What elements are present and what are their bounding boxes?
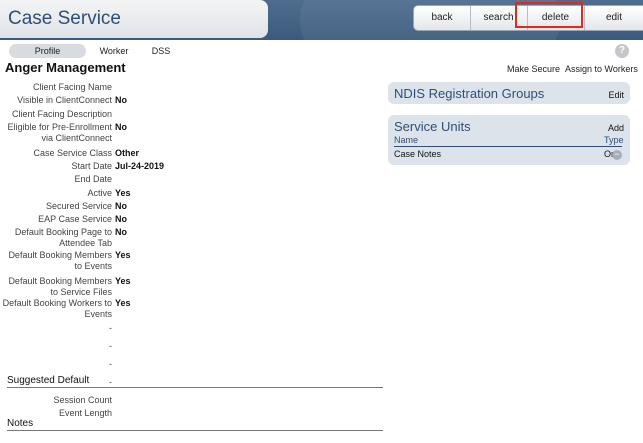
tab-profile[interactable]: Profile xyxy=(9,44,86,58)
field-value: No xyxy=(115,227,127,237)
field-label: End Date xyxy=(74,174,112,184)
service-units-title: Service Units xyxy=(394,119,471,134)
field-label: Visible in ClientConnect xyxy=(17,95,112,105)
field-value: Yes xyxy=(115,276,131,286)
back-button[interactable]: back xyxy=(414,6,471,30)
title-tab: Case Service xyxy=(0,0,268,38)
page-title: Anger Management xyxy=(5,60,126,75)
make-secure-link[interactable]: Make Secure xyxy=(507,64,560,74)
suggested-default-heading: Suggested Default xyxy=(7,375,383,388)
field-value: No xyxy=(115,201,127,211)
field-label: Default Booking Workers to Events xyxy=(2,298,112,319)
tab-worker[interactable]: Worker xyxy=(92,44,136,58)
field-label: Case Service Class xyxy=(33,148,112,158)
field-label: Active xyxy=(87,188,112,198)
service-units-add-link[interactable]: Add xyxy=(608,123,624,133)
field-label: Default Booking Page to Attendee Tab xyxy=(14,227,112,248)
field-label: - xyxy=(109,359,112,369)
service-units-header: Name Type xyxy=(394,135,624,147)
notes-heading: Notes xyxy=(7,418,383,431)
help-icon[interactable]: ? xyxy=(615,44,629,58)
delete-highlight xyxy=(515,2,583,28)
assign-workers-link[interactable]: Assign to Workers xyxy=(565,64,638,74)
field-value: No xyxy=(115,95,127,105)
ndis-title: NDIS Registration Groups xyxy=(394,86,545,101)
service-unit-name[interactable]: Case Notes xyxy=(394,149,441,159)
field-label: Client Facing Name xyxy=(32,82,112,92)
field-label: Default Booking Members to Service Files xyxy=(8,276,112,297)
column-type: Type xyxy=(604,135,624,145)
tab-dss[interactable]: DSS xyxy=(145,44,177,58)
table-row[interactable]: Case Notes Org − xyxy=(394,149,622,161)
service-units-panel: Service Units Add Name Type Case Notes O… xyxy=(388,115,630,165)
field-value: Yes xyxy=(115,298,131,308)
field-value: Yes xyxy=(115,188,131,198)
field-value: No xyxy=(115,214,127,224)
ndis-panel: NDIS Registration Groups Edit xyxy=(388,82,630,104)
field-value: Yes xyxy=(115,250,131,260)
field-label: Eligible for Pre-Enrollment via ClientCo… xyxy=(7,122,112,143)
field-label: - xyxy=(109,323,112,333)
field-label: - xyxy=(109,341,112,351)
app-header: Case Service back search delete edit xyxy=(0,0,643,100)
field-label: Session Count xyxy=(53,395,112,405)
app-title: Case Service xyxy=(8,8,121,29)
ndis-edit-link[interactable]: Edit xyxy=(608,90,624,100)
column-name: Name xyxy=(394,135,419,145)
field-value: Jul-24-2019 xyxy=(115,161,165,171)
field-value: No xyxy=(115,122,127,132)
field-label: Start Date xyxy=(71,161,112,171)
field-value: Other xyxy=(115,148,140,158)
field-label: Default Booking Members to Events xyxy=(8,250,112,271)
edit-button[interactable]: edit xyxy=(584,6,643,30)
field-label: EAP Case Service xyxy=(38,214,112,224)
field-label: Secured Service xyxy=(45,201,112,211)
remove-icon[interactable]: − xyxy=(612,150,622,160)
field-label: Client Facing Description xyxy=(11,109,112,119)
